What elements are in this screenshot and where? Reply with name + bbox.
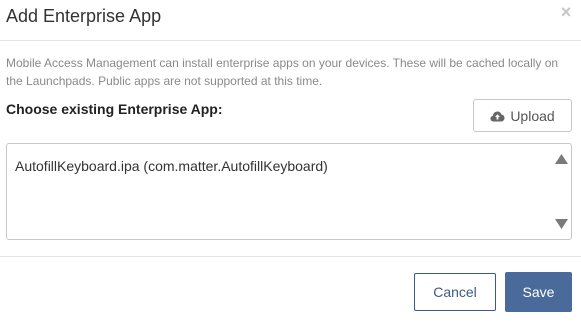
scroll-down-arrow[interactable]	[555, 219, 568, 229]
triangle-down-icon	[555, 219, 568, 229]
cloud-upload-icon	[490, 110, 505, 122]
cancel-button[interactable]: Cancel	[414, 273, 496, 311]
footer-divider	[0, 256, 581, 257]
triangle-up-icon	[555, 154, 568, 164]
upload-button[interactable]: Upload	[473, 99, 572, 132]
close-button[interactable]: ×	[557, 3, 575, 21]
choose-app-label: Choose existing Enterprise App:	[6, 101, 223, 117]
close-icon: ×	[560, 2, 572, 22]
scroll-up-arrow[interactable]	[555, 154, 568, 164]
dialog-header: Add Enterprise App ×	[0, 0, 581, 41]
dialog-description: Mobile Access Management can install ent…	[6, 56, 559, 88]
enterprise-app-listbox[interactable]: AutofillKeyboard.ipa (com.matter.Autofil…	[6, 143, 572, 240]
save-button[interactable]: Save	[505, 272, 572, 312]
dialog-title: Add Enterprise App	[6, 6, 162, 26]
upload-button-label: Upload	[510, 107, 555, 124]
add-enterprise-app-dialog: Add Enterprise App × Mobile Access Manag…	[0, 0, 581, 323]
app-option[interactable]: AutofillKeyboard.ipa (com.matter.Autofil…	[15, 157, 328, 175]
